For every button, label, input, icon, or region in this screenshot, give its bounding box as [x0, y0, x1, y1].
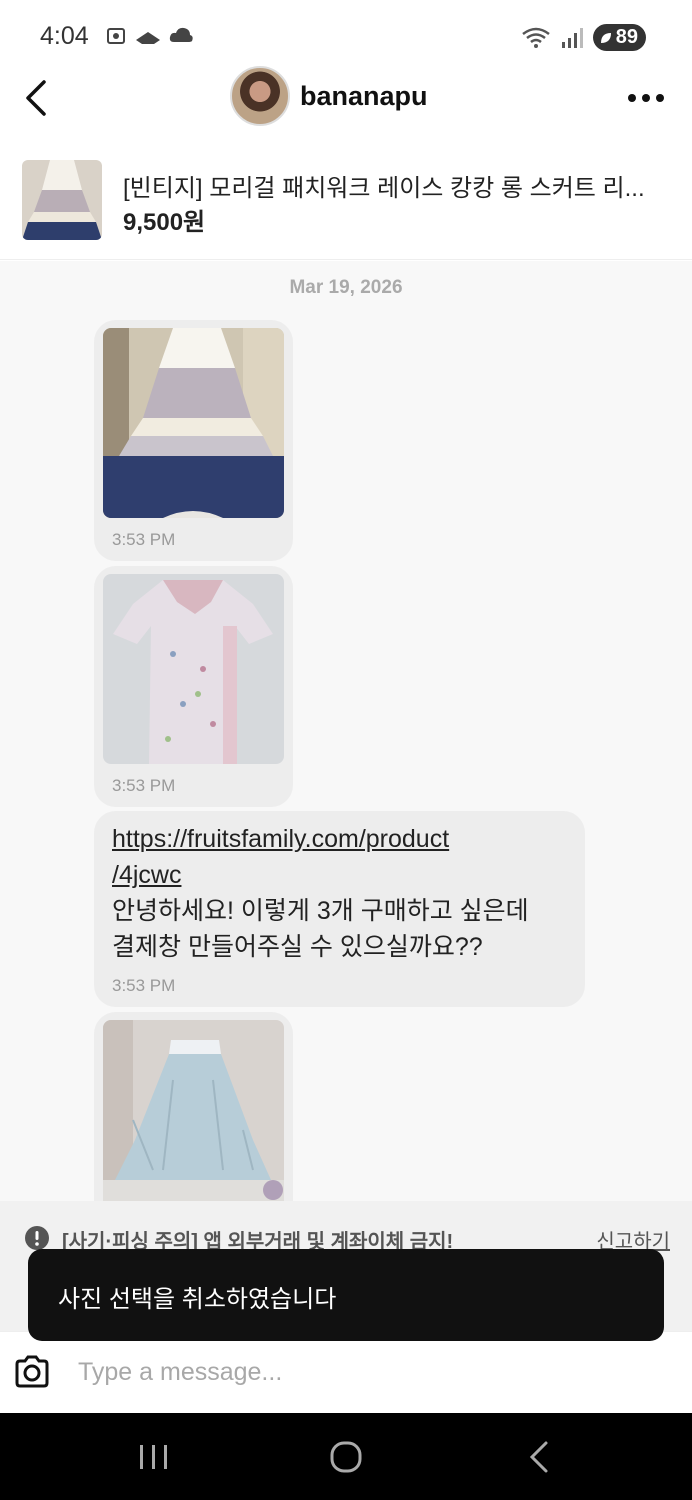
recent-apps-icon — [140, 1445, 167, 1469]
toast: 사진 선택을 취소하였습니다 — [28, 1249, 664, 1341]
camera-button[interactable] — [12, 1352, 52, 1392]
product-thumbnail — [22, 160, 102, 240]
back-arrow-icon — [529, 1441, 548, 1473]
date-separator: Mar 19, 2026 — [289, 277, 403, 298]
notification-icons — [104, 24, 194, 48]
leaf-icon — [600, 32, 611, 43]
chat-thread[interactable]: Mar 19, 2026 3:53 PM 3:53 PM https://fru… — [0, 261, 692, 1201]
cloud-icon — [169, 27, 193, 42]
more-horizontal-icon — [628, 94, 664, 102]
message-time: 3:53 PM — [112, 776, 176, 795]
message-bubble-text[interactable]: https://fruitsfamily.com/product /4jcwc … — [94, 811, 585, 1007]
message-bubble-image[interactable] — [94, 1012, 293, 1201]
message-input[interactable] — [78, 1350, 658, 1394]
product-link[interactable]: https://fruitsfamily.com/product — [112, 821, 529, 857]
product-title: [빈티지] 모리걸 패치워크 레이스 캉캉 롱 스커트 리... — [123, 175, 645, 202]
system-nav-bar — [0, 1413, 692, 1500]
message-image[interactable] — [103, 1020, 284, 1201]
message-composer — [0, 1331, 692, 1413]
status-time: 4:04 — [40, 22, 89, 50]
message-line: 결제창 만들어주실 수 있으실까요?? — [112, 933, 483, 961]
chat-header: bananapu — [0, 62, 692, 138]
message-text: https://fruitsfamily.com/product /4jcwc … — [112, 821, 529, 965]
message-time: 3:53 PM — [112, 976, 176, 995]
message-time: 3:53 PM — [112, 530, 176, 549]
message-bubble-image[interactable]: 3:53 PM — [94, 320, 293, 561]
chevron-left-icon — [26, 80, 46, 116]
signal-icon — [561, 27, 583, 48]
avatar — [230, 66, 290, 126]
message-image[interactable] — [103, 328, 284, 518]
recent-apps-button[interactable] — [134, 1439, 174, 1475]
alert-icon — [25, 1226, 49, 1250]
more-options-button[interactable] — [626, 86, 666, 110]
home-icon — [330, 1441, 362, 1473]
camera-icon — [15, 1355, 49, 1388]
product-price: 9,500원 — [123, 209, 206, 236]
message-line: 안녕하세요! 이렇게 3개 구매하고 싶은데 — [112, 897, 529, 925]
battery-level: 89 — [615, 26, 638, 48]
message-bubble-image[interactable]: 3:53 PM — [94, 566, 293, 807]
game-icon — [136, 32, 160, 44]
profile-link[interactable]: bananapu — [230, 66, 428, 126]
message-image[interactable] — [103, 574, 284, 764]
username: bananapu — [300, 80, 428, 111]
toast-text: 사진 선택을 취소하였습니다 — [58, 1286, 337, 1313]
system-back-button[interactable] — [520, 1439, 560, 1475]
wifi-icon — [521, 27, 550, 48]
product-summary[interactable]: [빈티지] 모리걸 패치워크 레이스 캉캉 롱 스커트 리... 9,500원 — [0, 158, 692, 260]
back-button[interactable] — [20, 76, 56, 120]
product-link-cont[interactable]: /4jcwc — [112, 857, 529, 893]
battery-indicator: 89 — [592, 24, 646, 51]
home-button[interactable] — [326, 1439, 366, 1475]
system-icons: 89 — [521, 24, 646, 51]
screenshot-icon — [107, 28, 125, 44]
